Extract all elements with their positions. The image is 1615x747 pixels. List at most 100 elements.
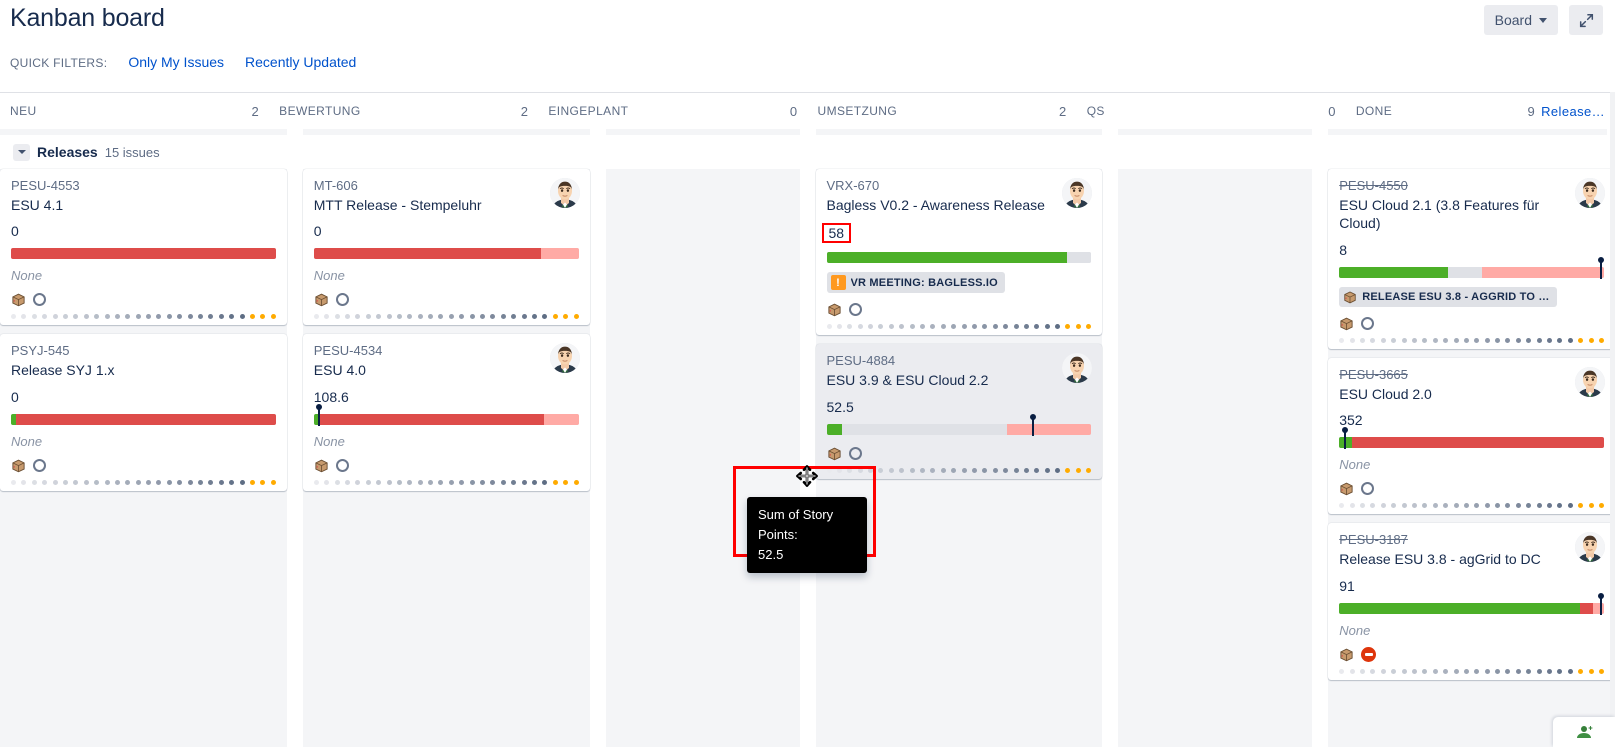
progress-dot (909, 467, 915, 473)
issue-key[interactable]: VRX-670 (827, 178, 1092, 193)
progress-bar-wrapper[interactable] (11, 412, 276, 426)
progress-dot (104, 314, 110, 320)
swimlane-dropzone-bewertung[interactable]: MT-606 MTT Release - Stempeluhr 0 None P… (302, 169, 590, 747)
issue-summary: Release SYJ 1.x (11, 362, 115, 379)
chevron-down-icon[interactable] (13, 143, 30, 161)
progress-dot (1075, 467, 1081, 473)
epic-box-icon[interactable] (11, 458, 26, 473)
issue-card[interactable]: PESU-4884 ESU 3.9 & ESU Cloud 2.2 52.5 (815, 344, 1103, 479)
progress-dot (1578, 503, 1584, 509)
vertical-scrollbar[interactable] (1610, 92, 1615, 747)
card-footer (827, 300, 1092, 319)
issue-key[interactable]: PESU-4534 (314, 343, 579, 358)
column-header-eingeplant[interactable]: EINGEPLANT 0 (538, 104, 807, 119)
issue-card[interactable]: PESU-3665 ESU Cloud 2.0 352 None (1328, 357, 1615, 515)
issue-key[interactable]: PESU-4550 (1339, 178, 1604, 193)
board-dropdown-button[interactable]: Board (1483, 5, 1558, 35)
progress-dot (448, 479, 454, 485)
epic-box-icon[interactable] (827, 446, 842, 461)
issue-key[interactable]: PESU-4553 (11, 178, 276, 193)
column-header-bewertung[interactable]: BEWERTUNG 2 (269, 104, 538, 119)
progress-bar-wrapper[interactable] (313, 246, 579, 260)
issue-key[interactable]: PESU-3187 (1339, 532, 1604, 547)
epic-box-icon[interactable] (1339, 647, 1354, 662)
column-header-qs[interactable]: QS 0 (1077, 104, 1346, 119)
progress-dot (480, 314, 486, 320)
swimlane-spacer (295, 135, 598, 169)
column-header-done[interactable]: DONE 9 Release… (1346, 104, 1615, 119)
quick-filter-only-my-issues[interactable]: Only My Issues (128, 54, 224, 70)
column-name: NEU (10, 104, 37, 118)
swimlane-header[interactable]: Releases 15 issues (0, 135, 295, 169)
story-points-tooltip: Sum of Story Points: 52.5 (747, 497, 867, 574)
fullscreen-button[interactable] (1569, 5, 1603, 35)
swimlane-dropzone-qs[interactable] (1118, 169, 1313, 747)
page-title: Kanban board (10, 4, 165, 32)
progress-dot (31, 314, 37, 320)
epic-box-icon[interactable] (11, 292, 26, 307)
progress-bar-wrapper[interactable] (11, 246, 276, 260)
progress-dot (1443, 668, 1449, 674)
card-label-badge[interactable]: RELEASE ESU 3.8 - AGGRID TO … (1339, 286, 1557, 307)
story-points: 108.6 (313, 388, 349, 405)
progress-segment (1339, 602, 1581, 614)
progress-dot (511, 314, 517, 320)
issue-card[interactable]: MT-606 MTT Release - Stempeluhr 0 None (302, 169, 590, 326)
swimlane-dropzone-neu[interactable]: PESU-4553 ESU 4.1 0 None PSYJ-545 Releas… (0, 169, 287, 747)
epic-box-icon[interactable] (827, 302, 842, 317)
assignee-avatar[interactable] (1575, 178, 1605, 208)
progress-dot (448, 314, 454, 320)
epic-box-icon[interactable] (314, 458, 329, 473)
progress-dot (909, 324, 915, 330)
column-header-neu[interactable]: NEU 2 (0, 104, 269, 119)
issue-card[interactable]: PESU-3187 Release ESU 3.8 - agGrid to DC… (1328, 523, 1615, 680)
progress-dot (1495, 337, 1501, 343)
issue-card[interactable]: PSYJ-545 Release SYJ 1.x 0 None (0, 334, 287, 491)
progress-dot (563, 479, 569, 485)
column-header-umsetzung[interactable]: UMSETZUNG 2 (808, 104, 1077, 119)
epic-box-icon[interactable] (1339, 316, 1354, 331)
progress-dot (407, 314, 413, 320)
issue-card[interactable]: VRX-670 Bagless V0.2 - Awareness Release… (815, 169, 1103, 336)
progress-bar-wrapper[interactable] (1339, 256, 1605, 279)
issue-card[interactable]: PESU-4534 ESU 4.0 108.6 None (302, 334, 590, 491)
issue-card[interactable]: PESU-4550 ESU Cloud 2.1 (3.8 Features fü… (1328, 169, 1615, 349)
assignee-avatar[interactable] (549, 343, 580, 374)
epic-box-icon[interactable] (314, 292, 329, 307)
progress-dot (177, 479, 183, 485)
people-icon (1577, 725, 1593, 738)
issue-key[interactable]: MT-606 (314, 178, 579, 193)
progress-dot (376, 479, 382, 485)
swimlane-dropzone-umsetzung[interactable]: VRX-670 Bagless V0.2 - Awareness Release… (815, 169, 1103, 747)
swimlane-dropzone-eingeplant[interactable] (605, 169, 800, 747)
progress-bar-wrapper[interactable] (1339, 427, 1604, 450)
progress-bar-wrapper[interactable] (826, 413, 1092, 436)
progress-dot (1463, 668, 1469, 674)
column-name: DONE (1355, 104, 1393, 118)
issue-summary: Release ESU 3.8 - agGrid to DC (1339, 551, 1541, 568)
issue-key[interactable]: PSYJ-545 (11, 343, 276, 358)
card-label-badge[interactable]: ! VR MEETING: BAGLESS.IO (826, 272, 1005, 294)
column-extra-link[interactable]: Release… (1541, 104, 1605, 119)
help-widget-button[interactable] (1553, 717, 1615, 747)
progress-bar-wrapper[interactable] (1339, 592, 1605, 615)
assignee-avatar[interactable] (549, 178, 580, 208)
issue-card[interactable]: PESU-4553 ESU 4.1 0 None (0, 169, 287, 326)
epic-box-icon (827, 304, 841, 317)
issue-key[interactable]: PESU-4884 (827, 353, 1092, 368)
assignee-avatar[interactable] (1575, 366, 1605, 397)
progress-dot (166, 314, 172, 320)
progress-dot (166, 479, 172, 485)
progress-dot (847, 467, 853, 473)
progress-bar-wrapper[interactable] (313, 403, 579, 426)
quick-filter-recently-updated[interactable]: Recently Updated (245, 54, 356, 70)
epic-box-icon (1340, 317, 1353, 331)
progress-segment (1593, 602, 1604, 614)
swimlane-dropzone-done[interactable]: PESU-4550 ESU Cloud 2.1 (3.8 Features fü… (1328, 169, 1615, 747)
progress-dot (1453, 337, 1459, 343)
epic-box-icon[interactable] (1339, 481, 1354, 496)
issue-key[interactable]: PESU-3665 (1339, 367, 1604, 382)
story-points: 8 (1339, 241, 1348, 258)
progress-bar-wrapper[interactable] (826, 250, 1092, 264)
progress-dot (1474, 503, 1480, 509)
